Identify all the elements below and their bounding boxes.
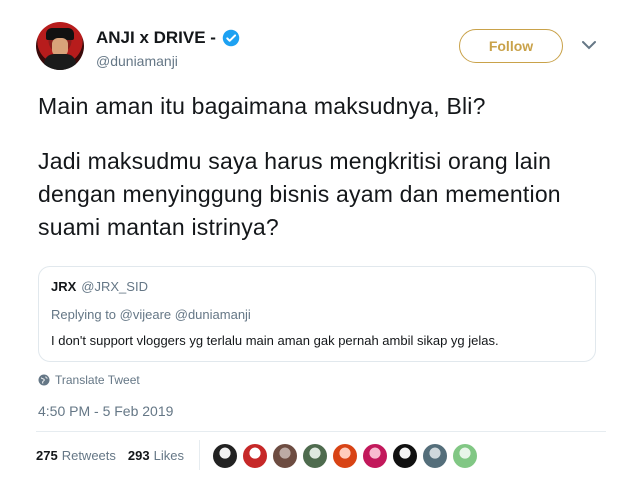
quoted-tweet-header: JRX @JRX_SID — [51, 279, 148, 294]
retweets-stat[interactable]: 275 Retweets — [36, 448, 116, 463]
liker-avatars — [212, 443, 478, 469]
stats-separator — [199, 440, 200, 470]
retweets-label: Retweets — [61, 448, 116, 463]
verified-badge-icon — [222, 29, 240, 47]
translate-tweet-link[interactable]: Translate Tweet — [38, 373, 140, 387]
likes-count: 293 — [127, 448, 150, 463]
quoted-replying-to: Replying to @vijeare @duniamanji — [51, 307, 251, 322]
follow-button[interactable]: Follow — [459, 29, 563, 63]
tweet-header: ANJI x DRIVE - @duniamanji Follow — [36, 22, 616, 78]
likes-label: Likes — [153, 448, 184, 463]
liker-avatar-3[interactable] — [272, 443, 298, 469]
tweet-paragraph: Main aman itu bagaimana maksudnya, Bli? — [38, 93, 486, 119]
author-handle[interactable]: @duniamanji — [96, 53, 178, 69]
tweet-text: Main aman itu bagaimana maksudnya, Bli? … — [38, 90, 608, 244]
quoted-tweet-card[interactable]: JRX @JRX_SID Replying to @vijeare @dunia… — [38, 266, 596, 362]
retweets-count: 275 — [36, 448, 58, 463]
translate-label[interactable]: Translate Tweet — [55, 373, 140, 387]
liker-avatar-2[interactable] — [242, 443, 268, 469]
liker-avatar-4[interactable] — [302, 443, 328, 469]
likes-stat[interactable]: 293 Likes — [128, 448, 184, 463]
globe-icon — [38, 374, 50, 386]
author-avatar[interactable] — [36, 22, 84, 70]
quoted-author-handle: @JRX_SID — [81, 279, 148, 294]
quoted-author-name: JRX — [51, 279, 77, 294]
chevron-down-icon[interactable] — [582, 40, 596, 50]
liker-avatar-9[interactable] — [452, 443, 478, 469]
liker-avatar-5[interactable] — [332, 443, 358, 469]
tweet-stats: 275 Retweets 293 Likes — [36, 448, 184, 463]
liker-avatar-1[interactable] — [212, 443, 238, 469]
quoted-tweet-text: I don't support vloggers yg terlalu main… — [51, 333, 499, 348]
author-display-name[interactable]: ANJI x DRIVE - — [96, 28, 216, 48]
liker-avatar-8[interactable] — [422, 443, 448, 469]
divider — [36, 431, 606, 432]
tweet-timestamp[interactable]: 4:50 PM - 5 Feb 2019 — [38, 403, 173, 419]
liker-avatar-7[interactable] — [392, 443, 418, 469]
author-name-row[interactable]: ANJI x DRIVE - — [96, 28, 240, 48]
tweet-paragraph: Jadi maksudmu saya harus mengkritisi ora… — [38, 148, 561, 240]
liker-avatar-6[interactable] — [362, 443, 388, 469]
